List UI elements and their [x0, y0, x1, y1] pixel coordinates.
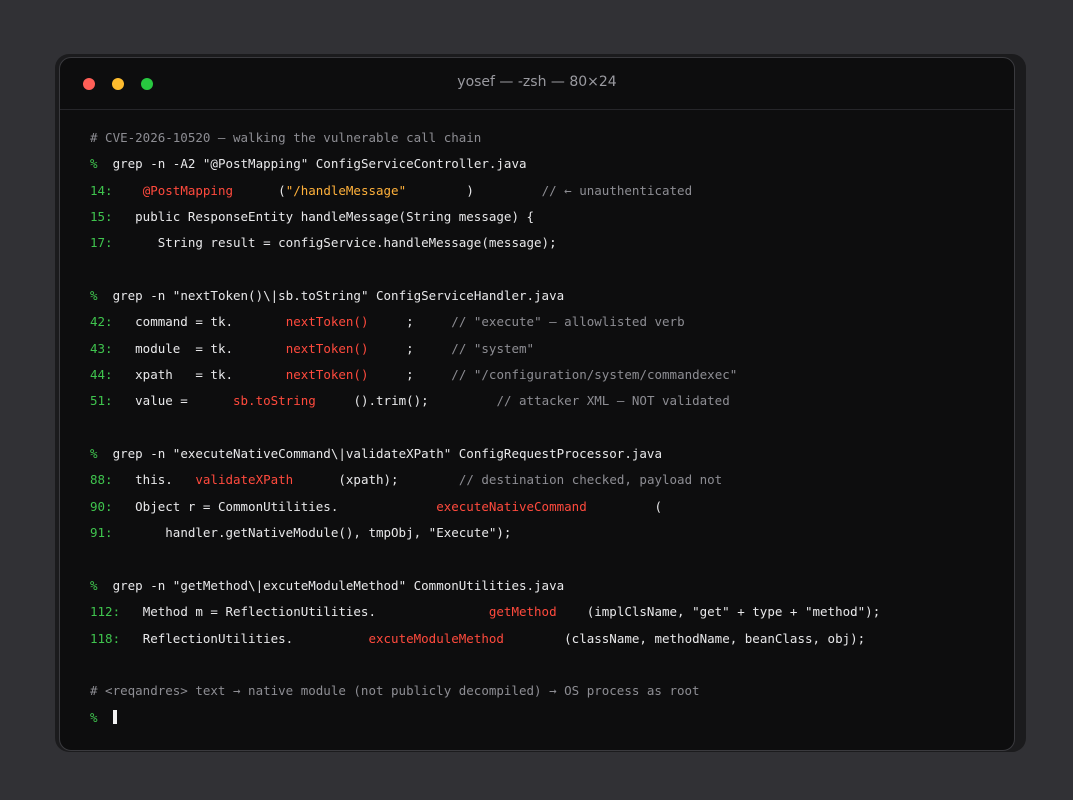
line-number: 51: — [90, 393, 113, 409]
line-number: 88: — [90, 472, 113, 488]
terminal-line: 43: module = tk. nextToken() ; // "syste… — [90, 339, 1053, 365]
prompt-symbol: % — [90, 156, 98, 172]
code-text: (className, methodName, beanClass, obj); — [564, 630, 866, 646]
terminal-line: 51: value = sb.toString ().trim(); // at… — [90, 391, 1053, 417]
method-token: excuteModuleMethod — [368, 630, 504, 646]
text-cursor[interactable] — [112, 709, 117, 724]
terminal-line: 112: Method m = ReflectionUtilities. get… — [90, 602, 1053, 628]
comment-text: // attacker XML — NOT validated — [496, 393, 730, 409]
annotation-token: @PostMapping — [142, 182, 233, 198]
line-number: 44: — [90, 367, 113, 383]
prompt-symbol: % — [90, 577, 98, 593]
terminal-line: 88: this. validateXPath (xpath); // dest… — [90, 470, 1053, 496]
code-text: Method m = ReflectionUtilities. — [142, 604, 376, 620]
code-text: String result = configService.handleMess… — [157, 235, 557, 251]
comment-text: // "system" — [451, 340, 535, 356]
comment-text: // "execute" — allowlisted verb — [451, 314, 685, 330]
method-token: nextToken() — [285, 340, 369, 356]
line-number: 91: — [90, 525, 113, 541]
terminal-line: % grep -n "executeNativeCommand\|validat… — [90, 444, 1053, 470]
code-text: this. — [135, 472, 173, 488]
terminal-line: % grep -n "nextToken()\|sb.toString" Con… — [90, 286, 1053, 312]
prompt-symbol: % — [90, 446, 98, 462]
terminal-line: # CVE-2026-10520 — walking the vulnerabl… — [90, 128, 1053, 154]
code-text: xpath = tk. — [135, 367, 233, 383]
line-number: 15: — [90, 209, 113, 225]
code-text: ( — [278, 182, 286, 198]
method-token: executeNativeCommand — [436, 498, 587, 514]
code-text: ; — [406, 340, 414, 356]
terminal-line: 44: xpath = tk. nextToken() ; // "/confi… — [90, 365, 1053, 391]
command-text: grep -n "executeNativeCommand\|validateX… — [112, 446, 662, 462]
method-token: nextToken() — [285, 367, 369, 383]
comment-text: # <reqandres> text → native module (not … — [90, 683, 700, 699]
terminal-line: 42: command = tk. nextToken() ; // "exec… — [90, 312, 1053, 338]
terminal-line: 14: @PostMapping ("/handleMessage" ) // … — [90, 181, 1053, 207]
terminal-line: 17: String result = configService.handle… — [90, 233, 1053, 259]
terminal-line[interactable]: % — [90, 708, 1053, 734]
command-text: grep -n "getMethod\|excuteModuleMethod" … — [112, 577, 565, 593]
code-text: Object r = CommonUtilities. — [135, 498, 339, 514]
comment-text: // destination checked, payload not — [458, 472, 723, 488]
code-text: ; — [406, 314, 414, 330]
code-text: ) — [466, 182, 474, 198]
terminal-line: 91: handler.getNativeModule(), tmpObj, "… — [90, 523, 1053, 549]
string-token: "/handleMessage" — [285, 182, 407, 198]
method-token: validateXPath — [195, 472, 294, 488]
terminal-line: % grep -n -A2 "@PostMapping" ConfigServi… — [90, 154, 1053, 180]
code-text: ( — [654, 498, 662, 514]
code-text: value = — [135, 393, 188, 409]
terminal-line: 15: public ResponseEntity handleMessage(… — [90, 207, 1053, 233]
command-text: grep -n "nextToken()\|sb.toString" Confi… — [112, 288, 565, 304]
terminal-line: 118: ReflectionUtilities. excuteModuleMe… — [90, 629, 1053, 655]
prompt-symbol: % — [90, 288, 98, 304]
terminal-output[interactable]: # CVE-2026-10520 — walking the vulnerabl… — [90, 128, 1053, 734]
method-token: nextToken() — [285, 314, 369, 330]
title-bar[interactable]: yosef — -zsh — 80×24 — [60, 58, 1014, 110]
code-text: public ResponseEntity handleMessage(Stri… — [135, 209, 535, 225]
line-number: 118: — [90, 630, 121, 646]
code-text: ReflectionUtilities. — [142, 630, 294, 646]
desktop: yosef — -zsh — 80×24 # CVE-2026-10520 — … — [0, 0, 1073, 800]
terminal-line: 90: Object r = CommonUtilities. executeN… — [90, 497, 1053, 523]
command-text: grep -n -A2 "@PostMapping" ConfigService… — [112, 156, 527, 172]
code-text: ; — [406, 367, 414, 383]
terminal-line: % grep -n "getMethod\|excuteModuleMethod… — [90, 576, 1053, 602]
code-text: handler.getNativeModule(), tmpObj, "Exec… — [165, 525, 512, 541]
line-number: 43: — [90, 340, 113, 356]
comment-text: // ← unauthenticated — [541, 182, 693, 198]
comment-text: // "/configuration/system/commandexec" — [451, 367, 738, 383]
line-number: 17: — [90, 235, 113, 251]
method-token: getMethod — [488, 604, 557, 620]
window-title: yosef — -zsh — 80×24 — [457, 74, 617, 90]
method-token: sb.toString — [233, 393, 316, 409]
line-number: 42: — [90, 314, 113, 330]
terminal-line: # <reqandres> text → native module (not … — [90, 681, 1053, 707]
code-text: command = tk. — [135, 314, 233, 330]
comment-text: # CVE-2026-10520 — walking the vulnerabl… — [90, 130, 482, 145]
code-text: module = tk. — [135, 340, 233, 356]
line-number: 90: — [90, 498, 113, 514]
prompt-symbol: % — [90, 709, 98, 725]
code-text: (xpath); — [338, 472, 399, 488]
code-text: ().trim(); — [353, 393, 429, 409]
line-number: 112: — [90, 604, 121, 620]
code-text: (implClsName, "get" + type + "method"); — [586, 604, 881, 620]
line-number: 14: — [90, 182, 113, 198]
